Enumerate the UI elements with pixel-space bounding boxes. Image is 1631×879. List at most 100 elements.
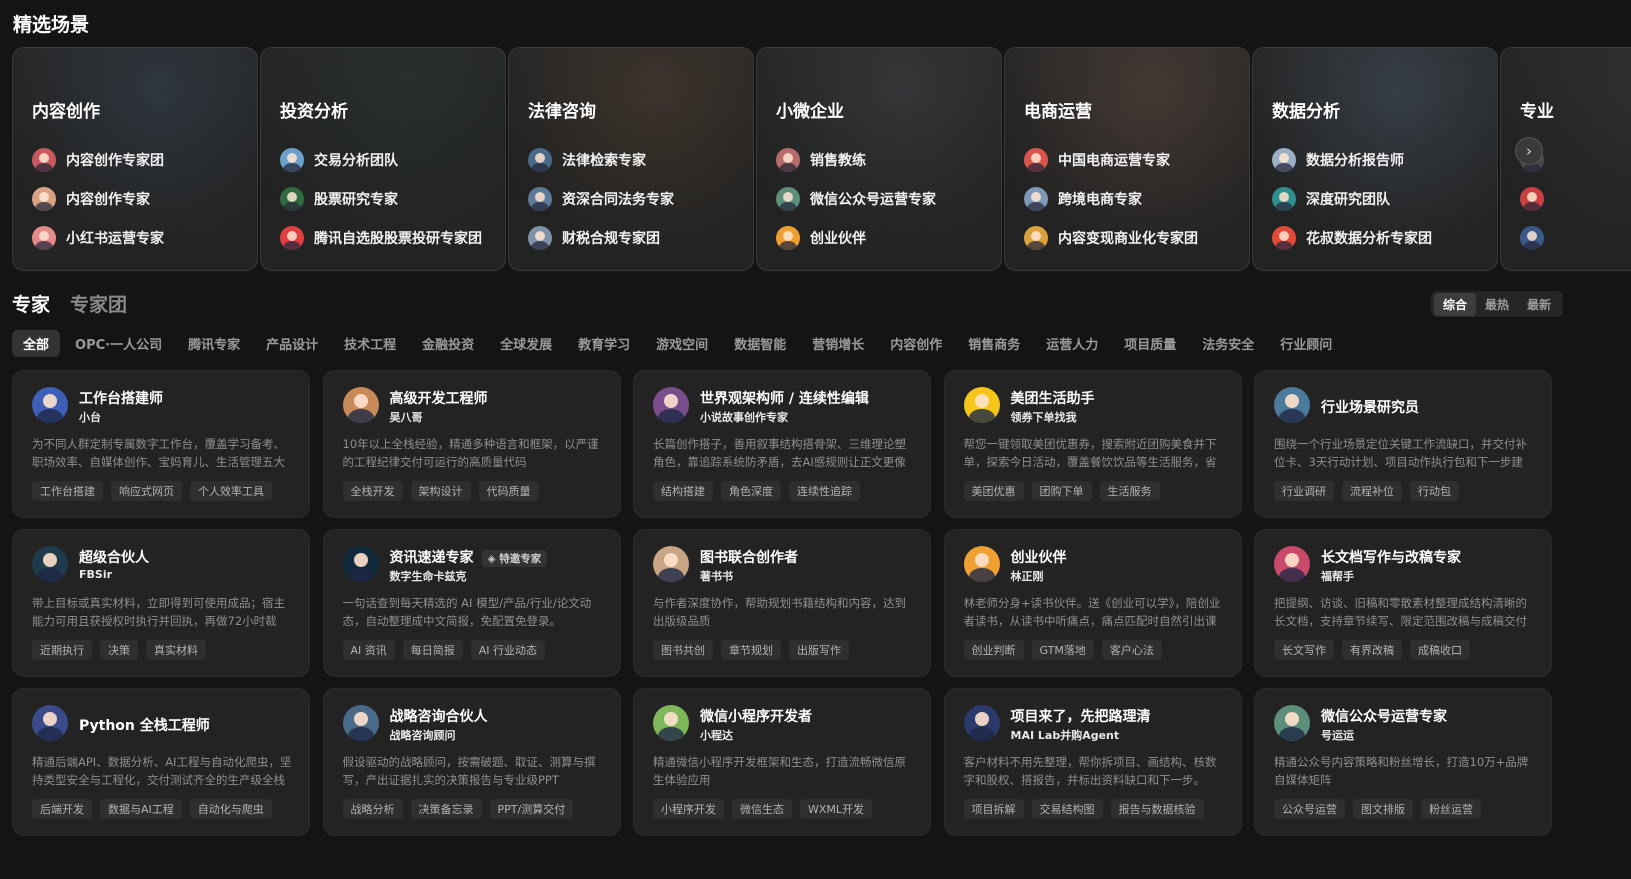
expert-name-text: 工作台搭建师 [79, 391, 163, 407]
scene-item[interactable]: 创业伙伴 [776, 218, 936, 257]
expert-subtitle: MAI Lab并购Agent [1010, 729, 1120, 742]
expert-name: 超级合伙人 [79, 547, 149, 567]
filter-chip[interactable]: 全球发展 [489, 330, 563, 357]
scene-item-label: 创业伙伴 [810, 230, 866, 247]
scene-item[interactable]: 微信公众号运营专家 [776, 179, 936, 218]
scene-card[interactable]: 电商运营中国电商运营专家 跨境电商专家 内容变现商业化专家团 [1004, 47, 1250, 271]
filter-chip[interactable]: 内容创作 [879, 330, 953, 357]
tab-expert-teams[interactable]: 专家团 [70, 290, 127, 317]
filter-chip[interactable]: 运营人力 [1035, 330, 1109, 357]
filter-chip[interactable]: 教育学习 [567, 330, 641, 357]
expert-description: 帮您一键领取美团优惠券，搜索附近团购美食并下单，探索今日活动，覆盖餐饮饮品等生活… [963, 437, 1217, 469]
filter-chip[interactable]: 金融投资 [411, 330, 485, 357]
expert-card[interactable]: 世界观架构师 / 连续性编辑 小说故事创作专家 长篇创作搭子，善用叙事结构搭骨架、三… [633, 370, 931, 518]
filter-chip[interactable]: 技术工程 [333, 330, 407, 357]
scene-card[interactable]: 小微企业 销售教练 微信公众号运营专家 创业伙伴 [756, 47, 1002, 271]
scene-item[interactable]: 资深合同法务专家 [528, 179, 674, 218]
avatar [528, 186, 552, 211]
scene-item[interactable]: 内容变现商业化专家团 [1024, 218, 1198, 257]
scene-card[interactable]: 内容创作 内容创作专家团 内容创作专家 小红书运营专家 [12, 47, 258, 271]
expert-card[interactable]: 超级合伙人 FBSir 带上目标或真实材料，立即得到可使用成品；宿主能力可用且获授权… [12, 529, 310, 677]
expert-name: 长文档写作与改稿专家 [1321, 547, 1461, 567]
avatar [528, 225, 552, 250]
scene-item-label: 腾讯自选股股票投研专家团 [314, 230, 482, 247]
scene-item[interactable]: 腾讯自选股股票投研专家团 [280, 218, 482, 257]
scene-item-label: 销售教练 [810, 152, 866, 169]
expert-description: 与作者深度协作，帮助规划书籍结构和内容，达到出版级品质 [653, 596, 906, 628]
expert-card[interactable]: 长文档写作与改稿专家 福帮手 把提纲、访谈、旧稿和零散素材整理成结构清晰的长文档，支… [1254, 529, 1552, 677]
scene-item-label: 深度研究团队 [1306, 191, 1390, 208]
expert-tag: 行动包 [1410, 481, 1459, 501]
expert-card[interactable]: 图书联合创作者 著书书 与作者深度协作，帮助规划书籍结构和内容，达到出版级品质 图书共… [633, 529, 931, 677]
expert-name: 行业场景研究员 [1321, 397, 1419, 417]
scene-item[interactable]: 深度研究团队 [1272, 179, 1432, 218]
expert-tags: 结构搭建 角色深度 连续性追踪 [653, 481, 868, 501]
expert-card[interactable]: 工作台搭建师 小台 为不同人群定制专属数字工作台，覆盖学习备考、职场效率、自媒体创作… [12, 370, 310, 518]
expert-tag: 行业调研 [1274, 481, 1334, 501]
scene-item[interactable]: 跨境电商专家 [1024, 179, 1198, 218]
avatar [1024, 186, 1048, 211]
scene-card-items: 交易分析团队 股票研究专家腾讯自选股股票投研专家团 [280, 140, 482, 257]
expert-card[interactable]: 高级开发工程师 吴八哥 10年以上全栈经验，精通多种语言和框架，以严谨的工程纪律交付… [322, 370, 621, 518]
expert-card[interactable]: 战略咨询合伙人 战略咨询顾问 假设驱动的战略顾问，按需破题、取证、测算与撰写，产出证… [322, 688, 621, 836]
filter-chip[interactable]: 项目质量 [1113, 330, 1187, 357]
scene-card-items: 内容创作专家团 内容创作专家 小红书运营专家 [32, 140, 164, 257]
avatar [32, 147, 56, 172]
filter-chip[interactable]: 产品设计 [255, 330, 329, 357]
filter-chip[interactable]: 数据智能 [723, 330, 797, 357]
scene-item[interactable]: 数据分析报告师 [1272, 140, 1432, 179]
expert-name-text: 资讯速递专家 [389, 550, 474, 566]
expert-tag: 决策备忘录 [410, 799, 482, 819]
scene-item[interactable]: 销售教练 [776, 140, 936, 179]
filter-chip[interactable]: 销售商务 [957, 330, 1031, 357]
expert-tag: 图书共创 [653, 640, 713, 660]
expert-card[interactable]: Python 全栈工程师 精通后端API、数据分析、AI工程与自动化爬虫，坚持类型… [12, 688, 310, 836]
filter-chip[interactable]: 行业顾问 [1269, 330, 1343, 357]
sort-group: 综合 最热 最新 [1431, 291, 1564, 317]
scene-item[interactable]: 财税合规专家团 [528, 218, 674, 257]
scene-item[interactable]: 内容创作专家团 [32, 140, 164, 179]
filter-chip[interactable]: 法务安全 [1191, 330, 1265, 357]
scene-card-title: 电商运营 [1024, 102, 1092, 122]
scene-item[interactable]: 内容创作专家 [32, 179, 164, 218]
scene-card[interactable]: 投资分析 交易分析团队 股票研究专家 腾讯自选股股票投研专家团 [260, 47, 506, 271]
scene-item[interactable]: 花叔数据分析专家团 [1272, 218, 1432, 257]
avatar [342, 546, 379, 582]
avatar [963, 705, 1000, 741]
expert-card[interactable]: 项目来了，先把路理清 MAI Lab并购Agent 客户材料不用先整理，帮你拆项目、… [943, 688, 1242, 836]
scene-item-label: 数据分析报告师 [1306, 152, 1404, 169]
expert-card[interactable]: 微信公众号运营专家 号运运 精通公众号内容策略和粉丝增长，打造10万+品牌自媒体矩阵… [1254, 688, 1552, 836]
tab-experts[interactable]: 专家 [12, 290, 50, 317]
scene-item[interactable]: 中国电商运营专家 [1024, 140, 1198, 179]
expert-description: 假设驱动的战略顾问，按需破题、取证、测算与撰写，产出证据扎实的决策报告与专业级P… [342, 755, 596, 787]
scene-item[interactable] [1520, 179, 1554, 218]
scene-item[interactable]: 股票研究专家 [280, 179, 482, 218]
expert-name-text: 图书联合创作者 [700, 550, 798, 566]
scene-card[interactable]: 法律咨询 法律检索专家 资深合同法务专家 财税合规专家团 [508, 47, 754, 271]
scene-item[interactable]: 法律检索专家 [528, 140, 674, 179]
filter-chip[interactable]: 全部 [12, 330, 61, 357]
expert-card[interactable]: 美团生活助手 领券下单找我 帮您一键领取美团优惠券，搜索附近团购美食并下单，探索今日… [943, 370, 1242, 518]
sort-option[interactable]: 最新 [1518, 293, 1560, 316]
filter-chip[interactable]: 腾讯专家 [177, 330, 251, 357]
sort-option[interactable]: 综合 [1434, 292, 1477, 316]
scene-item[interactable]: 交易分析团队 [280, 140, 482, 179]
filter-chip[interactable]: OPC·一人公司 [64, 330, 173, 357]
expert-tag: 生活服务 [1099, 481, 1160, 501]
scene-item[interactable]: 小红书运营专家 [32, 218, 164, 257]
expert-card[interactable]: 创业伙伴 林正刚 林老师分身+读书伙伴。送《创业可以学》，陪创业者读书，从读书中听痛… [943, 529, 1242, 677]
expert-card[interactable]: 微信小程序开发者 小程达 精通微信小程序开发框架和生态，打造流畅微信原生体验应用 小程… [633, 688, 931, 836]
scene-item-label: 财税合规专家团 [562, 230, 660, 247]
expert-card[interactable]: 行业场景研究员 围绕一个行业场景定位关键工作流缺口，并交付补位卡、3天行动计划、项… [1254, 370, 1552, 518]
expert-name-text: 创业伙伴 [1010, 550, 1067, 566]
scene-card[interactable]: 数据分析 数据分析报告师 深度研究团队 花叔数据分析专家团 [1252, 47, 1498, 271]
chevron-right-icon[interactable]: › [1515, 137, 1543, 165]
expert-name: 微信公众号运营专家 [1321, 706, 1447, 726]
expert-description: 客户材料不用先整理，帮你拆项目、画结构、核数字和股权、搭报告，并标出资料缺口和下… [963, 755, 1217, 787]
sort-option[interactable]: 最热 [1476, 293, 1518, 316]
expert-card[interactable]: 资讯速递专家 ◈ 特邀专家 数字生命卡兹克 一句话查到每天精选的 AI 模型/产品/行… [322, 529, 621, 677]
expert-description: 10年以上全栈经验，精通多种语言和框架，以严谨的工程纪律交付可运行的高质量代码 [342, 437, 599, 469]
filter-chip[interactable]: 游戏空间 [645, 330, 719, 357]
filter-chip[interactable]: 营销增长 [801, 330, 875, 357]
scene-item[interactable] [1520, 218, 1554, 257]
